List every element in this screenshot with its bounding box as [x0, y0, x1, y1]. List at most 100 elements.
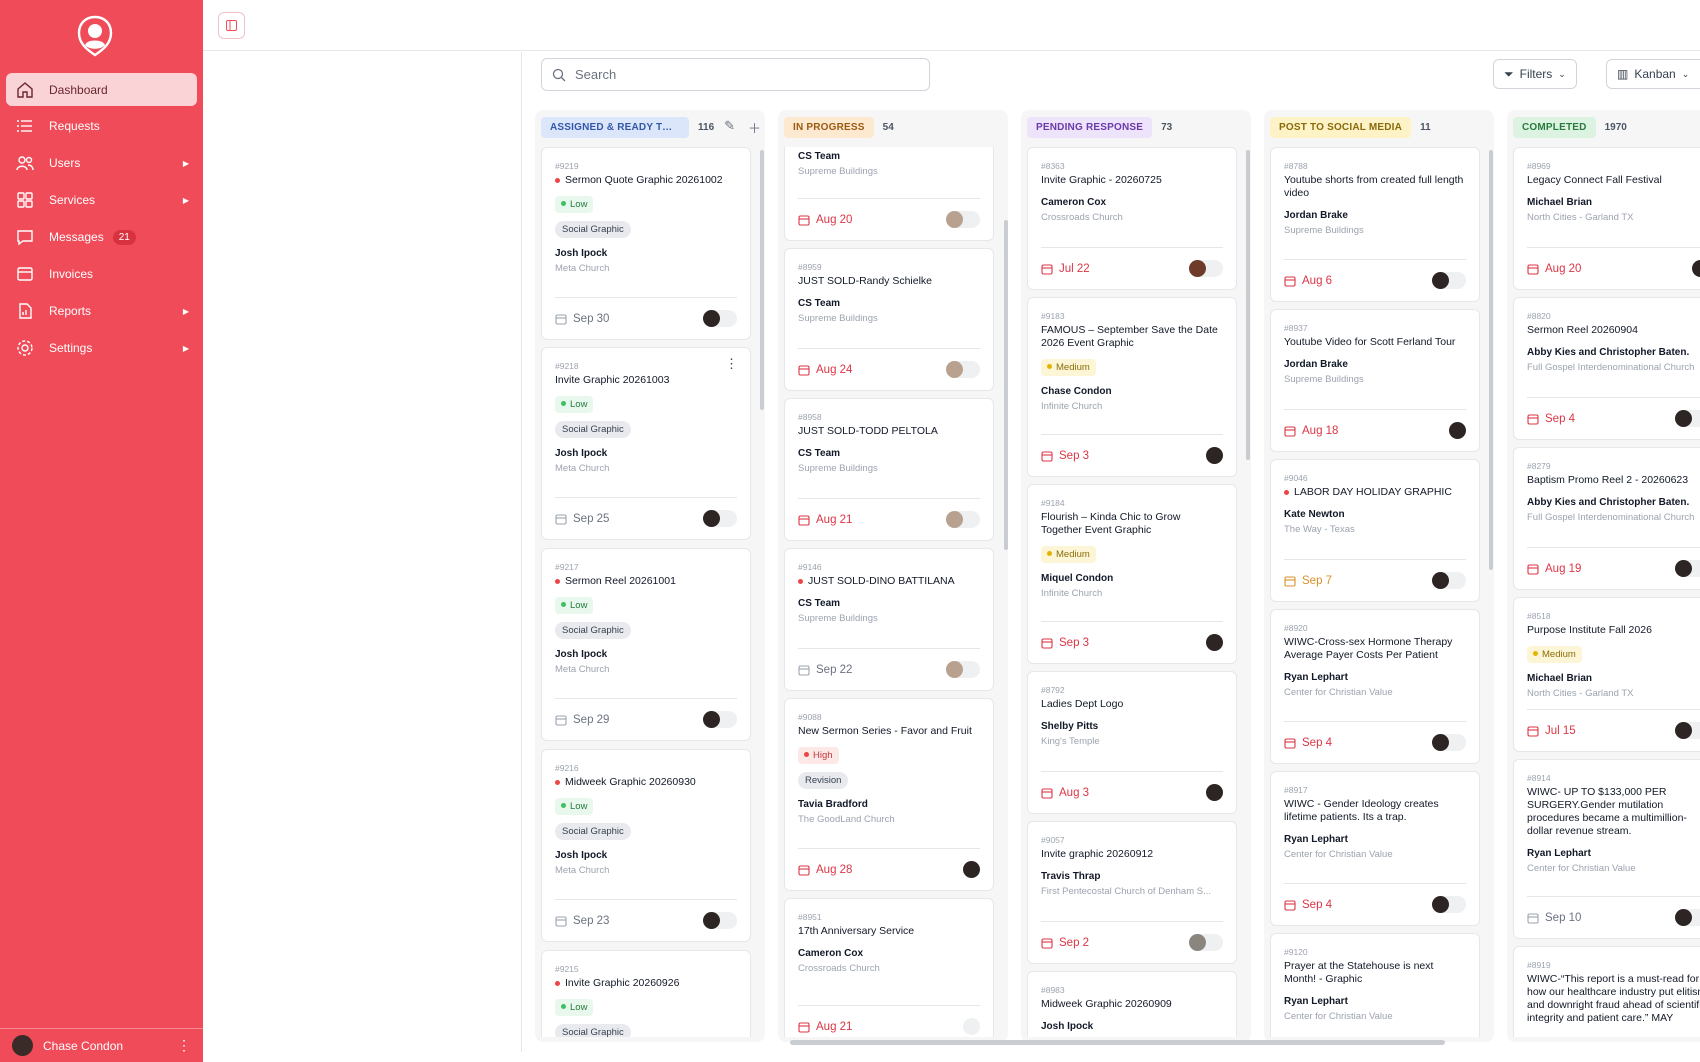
- sidebar-item-settings[interactable]: Settings ▶: [6, 331, 197, 365]
- card-footer: Sep 29: [555, 698, 737, 740]
- task-card[interactable]: #8820 Sermon Reel 20260904 Abby Kies and C…: [1513, 297, 1700, 440]
- task-card[interactable]: #9219 Sermon Quote Graphic 20261002 Low Soc…: [541, 147, 751, 340]
- filters-button[interactable]: ⏷ Filters ⌄: [1493, 59, 1577, 89]
- task-card[interactable]: #8969 Legacy Connect Fall Festival Michael…: [1513, 147, 1700, 290]
- assignee[interactable]: [1432, 572, 1466, 589]
- task-card[interactable]: #8919 WIWC-“This report is a must-read fo…: [1513, 946, 1700, 1037]
- assignee[interactable]: [1189, 447, 1223, 464]
- column-count: 1970: [1604, 121, 1627, 133]
- edit-icon[interactable]: ✎: [724, 118, 735, 137]
- organization-name: Meta Church: [555, 463, 610, 474]
- task-card[interactable]: #9216 Midweek Graphic 20260930 Low Social G…: [541, 749, 751, 942]
- task-card[interactable]: #8279 Baptism Promo Reel 2 - 20260623 Abby…: [1513, 447, 1700, 590]
- task-card[interactable]: #9217 Sermon Reel 20261001 Low Social Graph…: [541, 548, 751, 741]
- task-card[interactable]: #8951 17th Anniversary Service Cameron Cox…: [784, 898, 994, 1037]
- assignee[interactable]: [703, 912, 737, 929]
- avatar: [1692, 260, 1700, 277]
- assignee[interactable]: [1189, 934, 1223, 951]
- sidebar-item-label: Reports: [49, 304, 92, 318]
- assignee[interactable]: [1189, 260, 1223, 277]
- due-date: Sep 4: [1545, 412, 1576, 425]
- sidebar-item-services[interactable]: Services ▶: [6, 183, 197, 217]
- assignee[interactable]: [1675, 560, 1700, 577]
- task-title: JUST SOLD-DINO BATTILANA: [798, 575, 980, 588]
- task-title: Midweek Graphic 20260909: [1041, 998, 1172, 1010]
- task-card[interactable]: #8914 WIWC- UP TO $133,000 PER SURGERY.Ge…: [1513, 759, 1700, 939]
- search-input[interactable]: Search: [541, 58, 930, 91]
- task-card[interactable]: #9184 Flourish – Kinda Chic to Grow Toget…: [1027, 484, 1237, 664]
- column-count: 116: [698, 121, 715, 133]
- sidebar-item-requests[interactable]: Requests: [6, 109, 197, 143]
- client-name: Shelby Pitts: [1041, 721, 1099, 732]
- scrollbar[interactable]: [1246, 150, 1250, 460]
- task-title: Sermon Quote Graphic 20261002: [555, 174, 737, 187]
- task-card[interactable]: #8937 Youtube Video for Scott Ferland Tou…: [1270, 309, 1480, 452]
- assignee[interactable]: [1675, 722, 1700, 739]
- task-card[interactable]: ⋮ #9218 Invite Graphic 20261003 Low Social G…: [541, 347, 751, 540]
- scrollbar[interactable]: [1004, 220, 1008, 550]
- card-footer: Sep 22: [798, 648, 980, 690]
- assignee[interactable]: [1189, 634, 1223, 651]
- assignee[interactable]: [946, 861, 980, 878]
- calendar-icon: [1284, 899, 1296, 911]
- organization-name: The GoodLand Church: [798, 814, 895, 825]
- task-card[interactable]: #8958 JUST SOLD-TODD PELTOLA CS Team Suprem…: [784, 398, 994, 541]
- add-icon[interactable]: ＋: [748, 118, 761, 137]
- task-card[interactable]: #9088 New Sermon Series - Favor and Fruit…: [784, 698, 994, 891]
- assignee[interactable]: [1189, 784, 1223, 801]
- horizontal-scrollbar[interactable]: [790, 1040, 1445, 1045]
- priority-badge: Medium: [1527, 646, 1582, 663]
- user-profile[interactable]: Chase Condon ⋮: [0, 1028, 203, 1062]
- task-card[interactable]: #8920 WIWC-Cross-sex Hormone Therapy Aver…: [1270, 609, 1480, 764]
- task-card[interactable]: #8983 Midweek Graphic 20260909 Josh Ipock: [1027, 971, 1237, 1037]
- scrollbar[interactable]: [760, 150, 764, 410]
- assignee[interactable]: [946, 511, 980, 528]
- assignee[interactable]: [1432, 896, 1466, 913]
- sidebar-item-messages[interactable]: Messages 21: [6, 220, 197, 254]
- organization-name: North Cities - Garland TX: [1527, 688, 1634, 699]
- sidebar-item-dashboard[interactable]: Dashboard: [6, 73, 197, 106]
- task-card[interactable]: #9183 FAMOUS – September Save the Date 20…: [1027, 297, 1237, 477]
- assignee[interactable]: [1432, 272, 1466, 289]
- more-vertical-icon[interactable]: ⋮: [725, 356, 738, 372]
- assignee[interactable]: [946, 361, 980, 378]
- assignee[interactable]: [946, 211, 980, 228]
- task-id: #9218: [555, 361, 579, 371]
- task-card[interactable]: #8363 Invite Graphic - 20260725 Cameron Co…: [1027, 147, 1237, 290]
- task-card[interactable]: #8917 WIWC - Gender Ideology creates life…: [1270, 771, 1480, 926]
- assignee[interactable]: [703, 711, 737, 728]
- grid-icon: [16, 191, 34, 209]
- task-card[interactable]: #9046 LABOR DAY HOLIDAY GRAPHIC Kate Newto…: [1270, 459, 1480, 602]
- task-card[interactable]: #8788 Youtube shorts from created full le…: [1270, 147, 1480, 302]
- category-tag: Social Graphic: [555, 221, 631, 238]
- assignee[interactable]: [1675, 909, 1700, 926]
- sidebar-item-invoices[interactable]: Invoices: [6, 257, 197, 291]
- task-card[interactable]: #9120 Prayer at the Statehouse is next Mo…: [1270, 933, 1480, 1037]
- task-card[interactable]: #9146 JUST SOLD-DINO BATTILANA CS Team Supr…: [784, 548, 994, 691]
- task-card[interactable]: #9057 Invite graphic 20260912 Travis Thrap…: [1027, 821, 1237, 964]
- scrollbar[interactable]: [1489, 150, 1493, 570]
- assignee[interactable]: [703, 510, 737, 527]
- task-title: JUST SOLD-Randy Schielke: [798, 275, 933, 287]
- more-vertical-icon[interactable]: ⋮: [177, 1037, 191, 1054]
- view-select[interactable]: ▥ Kanban ⌄: [1606, 59, 1700, 89]
- assignee[interactable]: [963, 1018, 980, 1035]
- assignee[interactable]: [1432, 734, 1466, 751]
- assignee[interactable]: [703, 310, 737, 327]
- sidebar-toggle-button[interactable]: [218, 12, 245, 39]
- task-card[interactable]: CS Team Supreme Buildings Aug 20: [784, 147, 994, 241]
- task-card[interactable]: #8959 JUST SOLD-Randy Schielke CS Team Supr…: [784, 248, 994, 391]
- avatar: [1449, 422, 1466, 439]
- task-card[interactable]: #8792 Ladies Dept Logo Shelby Pitts King's …: [1027, 671, 1237, 814]
- sidebar-item-users[interactable]: Users ▶: [6, 146, 197, 180]
- sidebar-item-reports[interactable]: Reports ▶: [6, 294, 197, 328]
- assignee[interactable]: [1675, 260, 1700, 277]
- card-footer: Sep 25: [555, 497, 737, 539]
- task-card[interactable]: #8518 Purpose Institute Fall 2026 Medium Mi…: [1513, 597, 1700, 752]
- assignee[interactable]: [946, 661, 980, 678]
- assignee[interactable]: [1675, 410, 1700, 427]
- organization-name: Supreme Buildings: [1284, 225, 1364, 236]
- organization-name: Infinite Church: [1041, 401, 1103, 412]
- assignee[interactable]: [1432, 422, 1466, 439]
- task-card[interactable]: #9215 Invite Graphic 20260926 Low Social Gr…: [541, 950, 751, 1037]
